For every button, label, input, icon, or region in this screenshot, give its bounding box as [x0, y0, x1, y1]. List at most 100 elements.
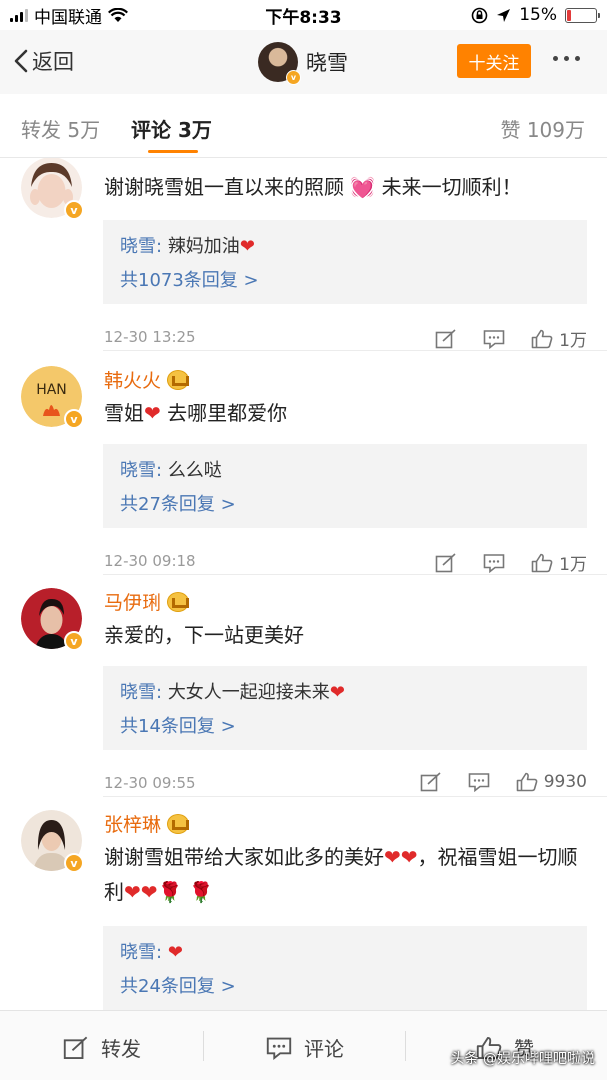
reply-count-link[interactable]: 共14条回复 >: [120, 712, 236, 738]
back-label: 返回: [32, 50, 74, 74]
back-button[interactable]: 返回: [12, 46, 74, 76]
reply-text: 大女人一起迎接未来❤: [167, 682, 345, 703]
comment-divider: [103, 350, 607, 351]
commenter-name[interactable]: 韩火火: [104, 366, 161, 393]
crown-badge-icon: [167, 591, 190, 612]
reply-box[interactable]: 晓雪: ❤ 共24条回复 >: [103, 926, 587, 1010]
edit-share-icon: [435, 328, 456, 348]
like-button[interactable]: 1万: [531, 550, 587, 575]
status-bar: 中国联通 下午8:33 15%: [0, 0, 607, 30]
comment-divider: [103, 796, 607, 797]
reply-preview: 晓雪: 大女人一起迎接未来❤: [120, 678, 345, 704]
svg-text:HAN: HAN: [36, 382, 67, 398]
commenter-name[interactable]: 唐嫣: [104, 158, 142, 161]
commenter-avatar[interactable]: v: [21, 810, 84, 873]
tab-like[interactable]: 赞 109万: [500, 114, 585, 143]
comment-icon: [483, 553, 505, 573]
commenter-avatar[interactable]: v: [21, 588, 84, 651]
more-options-icon[interactable]: [553, 56, 580, 61]
page-title: 晓雪: [306, 51, 348, 75]
reply-count-link[interactable]: 共27条回复 >: [120, 490, 236, 516]
reply-author[interactable]: 晓雪:: [120, 236, 162, 257]
comment-label: 评论: [304, 1037, 344, 1061]
commenter-name-row: 马伊琍: [104, 588, 190, 615]
reply-author[interactable]: 晓雪:: [120, 682, 162, 703]
nav-profile[interactable]: v 晓雪: [258, 42, 348, 85]
commenter-name[interactable]: 张梓琳: [104, 810, 161, 837]
comment-text: 谢谢晓雪姐一直以来的照顾 💓 未来一切顺利！: [104, 175, 522, 199]
reply-box[interactable]: 晓雪: 辣妈加油❤ 共1073条回复 >: [103, 220, 587, 304]
reply-text: 辣妈加油❤: [167, 236, 255, 257]
crown-badge-icon: [167, 813, 190, 834]
reply-text: 么么哒: [167, 460, 222, 481]
comment-time: 12-30 09:18: [104, 552, 196, 570]
comment-divider: [103, 574, 607, 575]
follow-button[interactable]: 十关注: [457, 44, 531, 78]
tab-comment[interactable]: 评论 3万: [131, 114, 212, 143]
verified-badge-icon: v: [64, 409, 84, 429]
bottom-action-bar: 转发 评论 赞: [0, 1010, 607, 1080]
thumbs-up-icon: [531, 329, 553, 348]
comment-icon: [483, 329, 505, 349]
comment-list: v 唐嫣 谢谢晓雪姐一直以来的照顾 💓 未来一切顺利！ 晓雪: 辣妈加油❤ 共1…: [0, 158, 607, 1010]
comment-text: 谢谢雪姐带给大家如此多的美好❤❤，祝福雪姐一切顺利❤❤🌹 🌹: [104, 845, 578, 904]
like-count: 1万: [559, 555, 587, 575]
commenter-name-row: 韩火火: [104, 366, 190, 393]
comment-text: 亲爱的，下一站更美好: [104, 623, 304, 647]
bottom-divider: [203, 1031, 204, 1061]
reply-button[interactable]: [483, 329, 505, 349]
bottom-divider: [405, 1031, 406, 1061]
nav-avatar[interactable]: v: [258, 42, 301, 85]
reply-author[interactable]: 晓雪:: [120, 460, 162, 481]
like-count: 9930: [543, 772, 587, 792]
verified-badge-icon: v: [286, 70, 301, 85]
comment-time: 12-30 13:25: [104, 328, 196, 346]
reply-preview: 晓雪: 辣妈加油❤: [120, 232, 255, 258]
commenter-name[interactable]: 马伊琍: [104, 588, 161, 615]
comment-icon: [266, 1037, 292, 1060]
comment-button[interactable]: 评论: [266, 1033, 344, 1062]
comment-text: 雪姐❤ 去哪里都爱你: [104, 401, 288, 425]
reply-button[interactable]: [483, 553, 505, 573]
repost-button[interactable]: [435, 552, 457, 573]
comment-item: v 马伊琍 亲爱的，下一站更美好 晓雪: 大女人一起迎接未来❤ 共14条回复 >…: [0, 576, 607, 798]
comment-item: HAN v 韩火火 雪姐❤ 去哪里都爱你 晓雪: 么么哒 共27条回复 > 12…: [0, 354, 607, 576]
verified-badge-icon: v: [64, 200, 84, 220]
repost-button[interactable]: [420, 772, 442, 792]
thumbs-up-icon: [531, 553, 553, 572]
repost-button[interactable]: [435, 328, 457, 349]
orientation-lock-icon: [471, 7, 488, 23]
comment-time: 12-30 09:55: [104, 774, 196, 792]
comment-actions: 9930: [420, 772, 587, 792]
tab-forward[interactable]: 转发 5万: [21, 114, 100, 143]
forward-label: 转发: [101, 1037, 141, 1061]
battery-level: [567, 9, 572, 21]
edit-share-icon: [63, 1036, 88, 1059]
reply-count-link[interactable]: 共24条回复 >: [120, 972, 236, 998]
comment-item: v 张梓琳 谢谢雪姐带给大家如此多的美好❤❤，祝福雪姐一切顺利❤❤🌹 🌹 晓雪:…: [0, 798, 607, 1010]
comment-actions: 1万: [435, 326, 587, 351]
crown-badge-icon: [167, 369, 190, 390]
nav-bar: 返回 v 晓雪 十关注: [0, 30, 607, 94]
thumbs-up-icon: [516, 772, 538, 792]
forward-button[interactable]: 转发: [63, 1033, 141, 1062]
commenter-name-row: 唐嫣: [104, 158, 170, 161]
commenter-avatar[interactable]: HAN v: [21, 366, 84, 429]
reply-box[interactable]: 晓雪: 么么哒 共27条回复 >: [103, 444, 587, 528]
chevron-left-icon: [14, 49, 28, 73]
battery-icon: [565, 7, 600, 23]
like-button[interactable]: 9930: [516, 772, 587, 792]
like-count: 1万: [559, 331, 587, 351]
reply-author[interactable]: 晓雪:: [120, 942, 162, 963]
commenter-avatar[interactable]: v: [21, 158, 84, 220]
like-button[interactable]: 1万: [531, 326, 587, 351]
reply-button[interactable]: [468, 772, 490, 792]
reply-count-link[interactable]: 共1073条回复 >: [120, 266, 259, 292]
reply-box[interactable]: 晓雪: 大女人一起迎接未来❤ 共14条回复 >: [103, 666, 587, 750]
verified-badge-icon: v: [64, 631, 84, 651]
commenter-name-row: 张梓琳: [104, 810, 190, 837]
reply-text: ❤: [167, 942, 183, 963]
status-right: 15%: [471, 5, 600, 25]
tab-active-indicator: [148, 150, 198, 153]
reply-preview: 晓雪: 么么哒: [120, 456, 222, 482]
